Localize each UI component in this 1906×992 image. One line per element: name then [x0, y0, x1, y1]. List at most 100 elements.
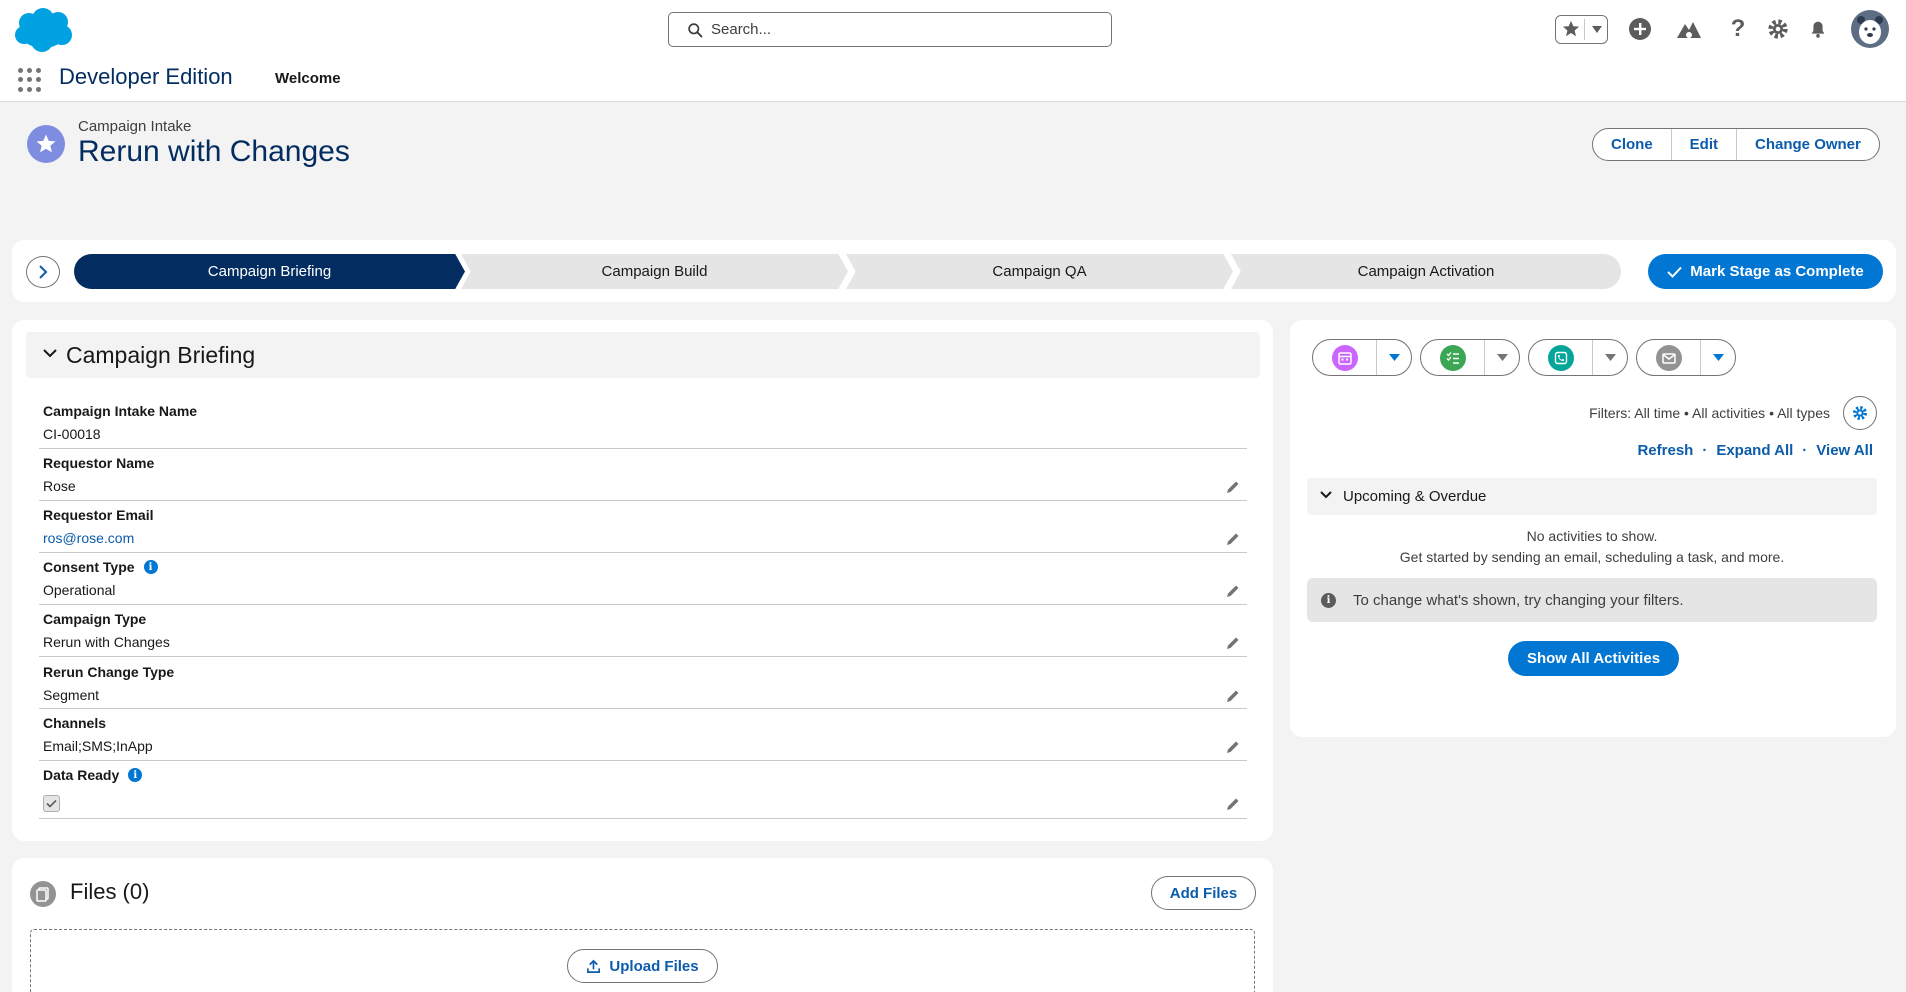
field-value: CI-00018 — [43, 426, 101, 442]
send-email-button-group — [1636, 339, 1736, 376]
chevron-down-icon — [1496, 353, 1508, 361]
chevron-down-icon — [1388, 353, 1400, 361]
field-value: Rose — [43, 478, 76, 494]
record-object-type: Campaign Intake — [78, 118, 192, 135]
field-campaign-type: Campaign Type Rerun with Changes — [39, 611, 1247, 657]
upload-icon — [587, 959, 601, 973]
new-event-dropdown[interactable] — [1377, 340, 1411, 375]
field-label: Requestor Email — [43, 507, 154, 523]
field-label: Requestor Name — [43, 455, 155, 471]
salesforce-logo[interactable] — [10, 7, 76, 53]
info-icon[interactable]: i — [143, 560, 158, 574]
edit-pencil-icon[interactable] — [1225, 479, 1241, 495]
edit-pencil-icon[interactable] — [1225, 739, 1241, 755]
field-rerun-change-type: Rerun Change Type Segment — [39, 664, 1247, 709]
path-stage-campaign-activation[interactable]: Campaign Activation — [1231, 254, 1621, 289]
new-task-dropdown[interactable] — [1485, 340, 1519, 375]
user-avatar[interactable] — [1850, 9, 1890, 49]
change-owner-button[interactable]: Change Owner — [1737, 129, 1879, 160]
chevron-down-icon — [1604, 353, 1616, 361]
field-value: Segment — [43, 687, 100, 703]
field-campaign-intake-name: Campaign Intake Name CI-00018 — [39, 403, 1247, 449]
upload-files-button[interactable]: Upload Files — [567, 949, 718, 983]
new-event-button-group — [1312, 339, 1412, 376]
files-icon — [30, 881, 56, 907]
send-email-button[interactable] — [1637, 340, 1701, 375]
no-activities-message: No activities to show. Get started by se… — [1307, 526, 1877, 568]
view-all-link[interactable]: View All — [1816, 442, 1873, 459]
section-header-campaign-briefing[interactable]: Campaign Briefing — [26, 332, 1260, 378]
event-calendar-icon — [1331, 344, 1358, 371]
notifications-button[interactable] — [1803, 12, 1833, 46]
field-label: Data Ready — [43, 767, 120, 783]
show-all-activities-button[interactable]: Show All Activities — [1508, 641, 1679, 676]
avatar-icon — [1851, 10, 1889, 48]
trailhead-button[interactable] — [1672, 12, 1706, 46]
info-icon: i — [1321, 593, 1336, 608]
global-search-input[interactable]: Search... — [668, 12, 1112, 47]
get-started-text: Get started by sending an email, schedul… — [1399, 549, 1785, 565]
log-call-dropdown[interactable] — [1593, 340, 1627, 375]
nav-tab-welcome[interactable]: Welcome — [275, 70, 341, 87]
field-data-ready: Data Ready i — [39, 767, 1247, 819]
chevron-down-icon — [1320, 491, 1332, 499]
field-label: Channels — [43, 715, 107, 731]
email-icon — [1655, 344, 1682, 371]
clone-button[interactable]: Clone — [1593, 129, 1672, 160]
mark-stage-complete-button[interactable]: Mark Stage as Complete — [1648, 254, 1883, 289]
path-stage-campaign-briefing[interactable]: Campaign Briefing — [74, 254, 465, 289]
chevron-down-icon — [43, 349, 57, 358]
edit-pencil-icon[interactable] — [1225, 796, 1241, 812]
path-stage-campaign-qa[interactable]: Campaign QA — [846, 254, 1233, 289]
files-title[interactable]: Files (0) — [70, 879, 149, 905]
edit-pencil-icon[interactable] — [1225, 583, 1241, 599]
expand-all-link[interactable]: Expand All — [1716, 442, 1793, 459]
field-label: Consent Type — [43, 559, 135, 575]
setup-button[interactable] — [1763, 12, 1793, 46]
upload-files-label: Upload Files — [609, 957, 699, 975]
edit-pencil-icon[interactable] — [1225, 635, 1241, 651]
info-icon[interactable]: i — [128, 768, 143, 782]
help-button[interactable]: ? — [1724, 12, 1752, 46]
upcoming-overdue-label: Upcoming & Overdue — [1343, 488, 1487, 505]
activity-filter-settings-button[interactable] — [1843, 396, 1877, 430]
field-requestor-email: Requestor Email ros@rose.com — [39, 507, 1247, 553]
search-placeholder: Search... — [711, 21, 772, 38]
gear-icon — [1768, 19, 1788, 39]
filter-tip-text: To change what's shown, try changing you… — [1353, 591, 1684, 609]
edit-pencil-icon[interactable] — [1225, 531, 1241, 547]
field-channels: Channels Email;SMS;InApp — [39, 715, 1247, 761]
gear-icon — [1853, 406, 1867, 420]
field-value: Email;SMS;InApp — [43, 738, 153, 754]
favorites-button[interactable] — [1555, 15, 1608, 44]
global-create-button[interactable] — [1625, 12, 1655, 46]
check-icon — [1667, 266, 1683, 278]
app-name: Developer Edition — [59, 64, 233, 89]
refresh-link[interactable]: Refresh — [1637, 442, 1693, 459]
checkmark-icon — [46, 799, 57, 808]
edit-pencil-icon[interactable] — [1225, 688, 1241, 704]
email-link[interactable]: ros@rose.com — [43, 530, 134, 546]
search-icon — [688, 23, 703, 38]
field-value: Operational — [43, 582, 116, 598]
log-call-button-group — [1528, 339, 1628, 376]
upcoming-overdue-section[interactable]: Upcoming & Overdue — [1307, 478, 1877, 515]
field-requestor-name: Requestor Name Rose — [39, 455, 1247, 501]
activity-filters-text: Filters: All time • All activities • All… — [1589, 405, 1830, 421]
path-stage-campaign-build[interactable]: Campaign Build — [461, 254, 848, 289]
path-expand-toggle[interactable] — [26, 256, 60, 288]
edit-button[interactable]: Edit — [1672, 129, 1738, 160]
chevron-down-icon — [1592, 26, 1602, 33]
new-task-button[interactable] — [1421, 340, 1485, 375]
new-event-button[interactable] — [1313, 340, 1377, 375]
field-label: Campaign Type — [43, 611, 147, 627]
send-email-dropdown[interactable] — [1701, 340, 1735, 375]
add-files-button[interactable]: Add Files — [1151, 876, 1256, 910]
chevron-right-icon — [39, 265, 48, 279]
app-launcher-icon[interactable] — [18, 68, 42, 92]
data-ready-checkbox — [43, 795, 60, 812]
new-task-button-group — [1420, 339, 1520, 376]
record-title: Rerun with Changes — [78, 135, 350, 168]
log-call-button[interactable] — [1529, 340, 1593, 375]
field-label: Campaign Intake Name — [43, 403, 198, 419]
